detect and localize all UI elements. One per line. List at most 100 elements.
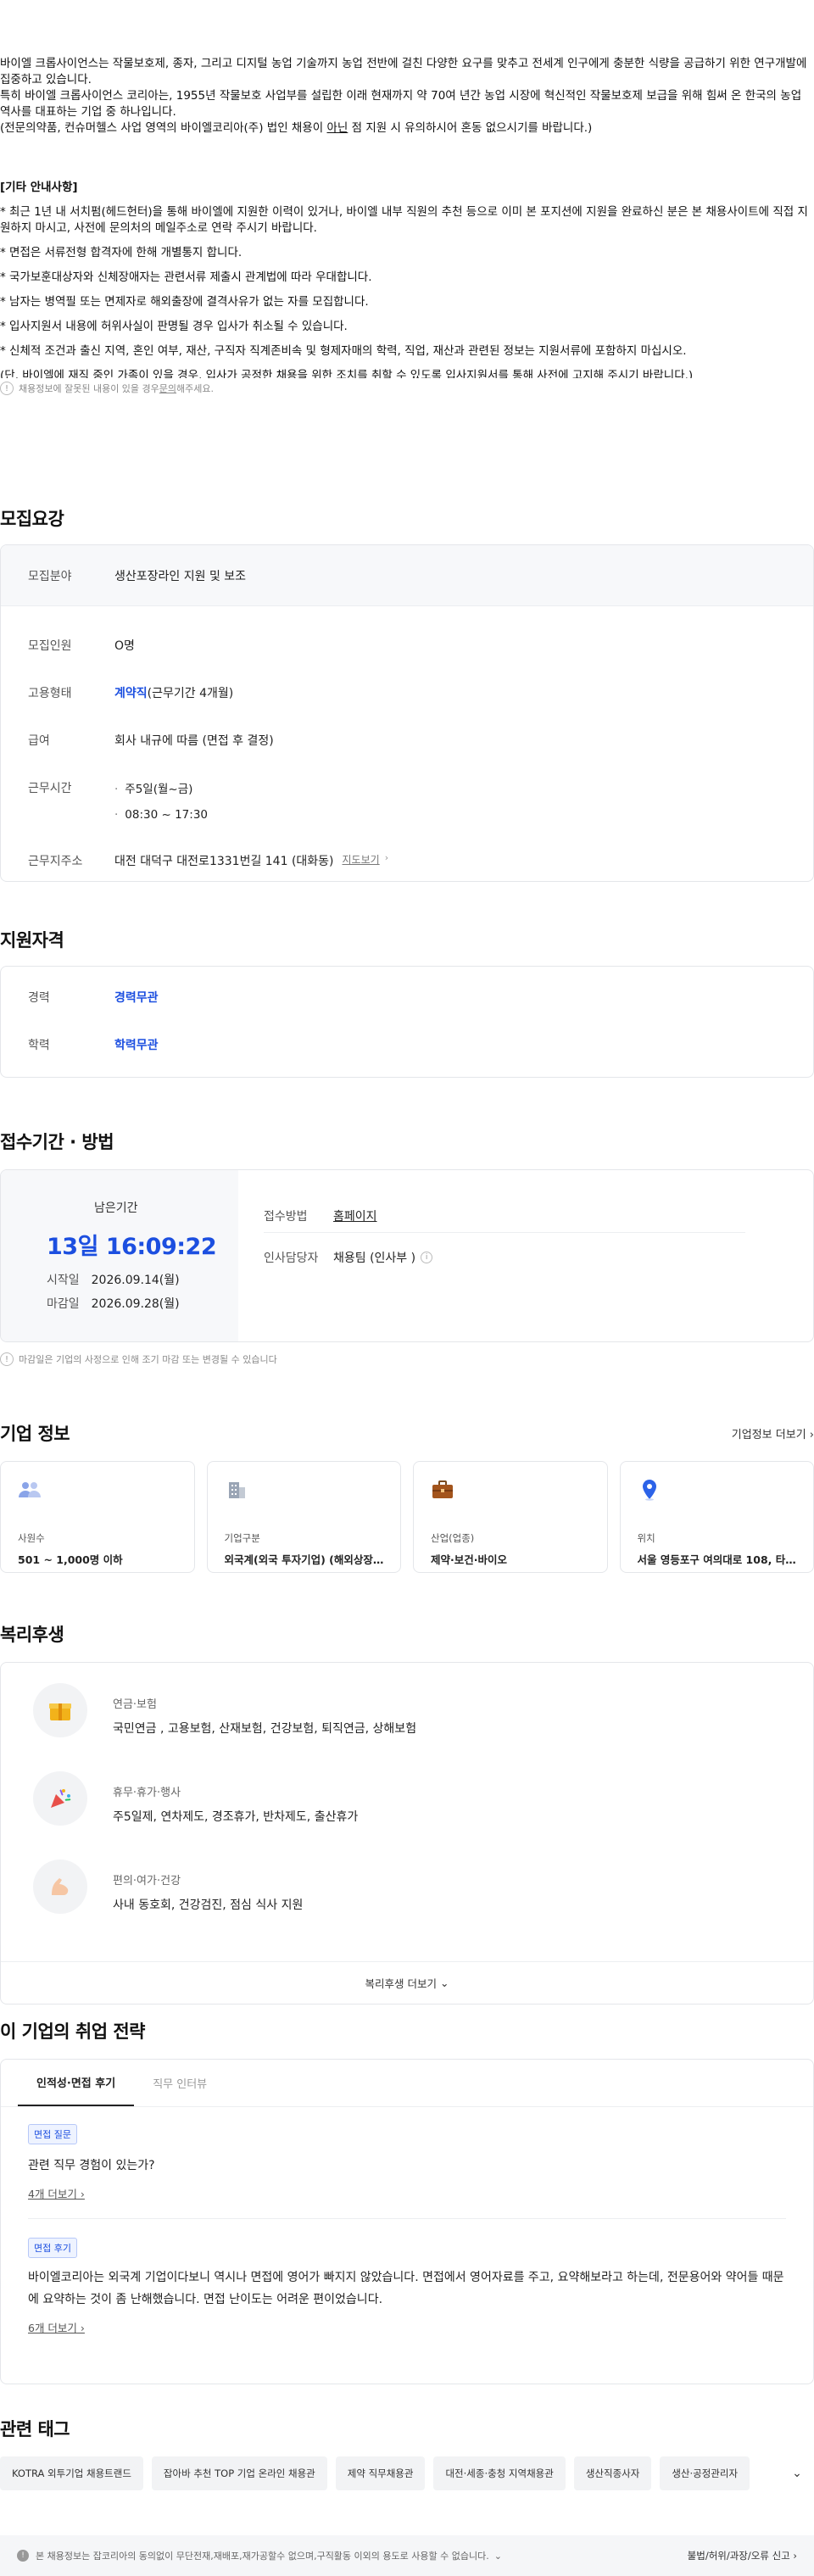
etc-item: * 국가보훈대상자와 신체장애자는 관련서류 제출시 관계법에 따라 우대합니다… bbox=[0, 270, 372, 284]
company-card-employees: 사원수 501 ~ 1,000명 이하 bbox=[0, 1461, 195, 1573]
question-more-link[interactable]: 4개 더보기 › bbox=[28, 2185, 813, 2201]
tag-item[interactable]: 제약 직무채용관 bbox=[335, 2456, 426, 2490]
report-link[interactable]: 문의 bbox=[159, 382, 176, 395]
etc-title: [기타 안내사항] bbox=[0, 181, 78, 194]
tags-section: 관련 태그 KOTRA 외투기업 채용트랜드 잡아바 추천 TOP 기업 온라인… bbox=[0, 2416, 814, 2490]
chevron-down-icon: ⌄ bbox=[440, 1977, 449, 1989]
review-more-link[interactable]: 6개 더보기 › bbox=[28, 2319, 813, 2335]
gift-box-icon bbox=[33, 1683, 87, 1737]
people-icon bbox=[18, 1479, 42, 1501]
welfare-item-holiday: 휴무·휴가·행사 주5일제, 연차제도, 경조휴가, 반차제도, 출산휴가 bbox=[1, 1771, 813, 1860]
recruit-type-row: 고용형태 계약직(근무기간 4개월) bbox=[28, 687, 234, 700]
etc-item: * 신체적 조건과 출신 지역, 혼인 여부, 재산, 구직자 직계존비속 및 … bbox=[0, 344, 687, 358]
apply-section: 접수기간 · 방법 남은기간 13일 16:09:22 시작일 2026.09.1… bbox=[0, 1129, 814, 1366]
deadline-note: ! 마감일은 기업의 사정으로 인해 조기 마감 또는 변경될 수 있습니다 bbox=[0, 1352, 814, 1366]
map-link[interactable]: 지도보기 bbox=[343, 852, 380, 867]
strategy-section: 이 기업의 취업 전략 인적성·면접 후기 직무 인터뷰 면접 질문 관련 직무… bbox=[0, 2018, 814, 2384]
recruit-title: 모집요강 bbox=[0, 509, 64, 529]
tab-interview-review[interactable]: 인적성·면접 후기 bbox=[18, 2060, 135, 2106]
strategy-box: 인적성·면접 후기 직무 인터뷰 면접 질문 관련 직무 경험이 있는가? 4개… bbox=[0, 2059, 814, 2384]
deadline-panel: 남은기간 13일 16:09:22 시작일 2026.09.14(월) 마감일 20… bbox=[1, 1170, 238, 1341]
chevron-right-icon: › bbox=[384, 852, 389, 863]
building-icon bbox=[225, 1479, 248, 1501]
job-posting-page: 바이엘 크롭사이언스는 작물보호제, 종자, 그리고 디지털 농업 기술까지 농… bbox=[0, 0, 814, 2576]
apply-method-panel: 접수방법 홈페이지 인사담당자 채용팀 (인사부 ) i bbox=[238, 1170, 813, 1341]
etc-item: * 남자는 병역필 또는 면제자로 해외출장에 결격사유가 없는 자를 모집합니… bbox=[0, 295, 369, 309]
company-card-location: 위치 서울 영등포구 여의대로 108, 타워2 (여의도동) bbox=[619, 1461, 814, 1573]
company-more-link[interactable]: 기업정보 더보기 › bbox=[732, 1425, 814, 1441]
recruit-field-row: 모집분야 생산포장라인 지원 및 보조 bbox=[1, 545, 813, 606]
info-icon: ! bbox=[17, 2550, 29, 2562]
party-popper-icon bbox=[33, 1771, 87, 1826]
tag-item[interactable]: 대전·세종·충청 지역채용관 bbox=[433, 2456, 566, 2490]
recruit-box: 모집분야 생산포장라인 지원 및 보조 모집인원 O명 고용형태 계약직(근무기… bbox=[0, 544, 814, 882]
qualification-box: 경력 경력무관 학력 학력무관 bbox=[0, 966, 814, 1078]
tags-title: 관련 태그 bbox=[0, 2419, 70, 2439]
tag-item[interactable]: 생산·공정관리자 bbox=[660, 2456, 750, 2490]
hr-row: 인사담당자 채용팀 (인사부 ) i bbox=[264, 1233, 745, 1282]
chevron-down-icon: ⌄ bbox=[792, 2467, 802, 2480]
info-icon: ! bbox=[0, 382, 14, 395]
intro-paragraph-3: (전문의약품, 컨슈머헬스 사업 영역의 바이엘코리아(주) 법인 채용이 아닌… bbox=[0, 121, 593, 135]
recruit-section: 모집요강 모집분야 생산포장라인 지원 및 보조 모집인원 O명 고용형태 계약… bbox=[0, 505, 814, 882]
welfare-title: 복리후생 bbox=[0, 1625, 64, 1645]
welfare-more-button[interactable]: 복리후생 더보기 ⌄ bbox=[1, 1961, 813, 2004]
tag-list: KOTRA 외투기업 채용트랜드 잡아바 추천 TOP 기업 온라인 채용관 제… bbox=[0, 2456, 814, 2490]
company-intro: 바이엘 크롭사이언스는 작물보호제, 종자, 그리고 디지털 농업 기술까지 농… bbox=[0, 0, 814, 395]
company-card-industry: 산업(업종) 제약·보건·바이오 bbox=[413, 1461, 608, 1573]
etc-notice: [기타 안내사항] * 최근 1년 내 서치펌(헤드헌터)을 통해 바이엘에 지… bbox=[0, 177, 814, 378]
etc-item: * 입사지원서 내용에 허위사실이 판명될 경우 입사가 취소될 수 있습니다. bbox=[0, 320, 348, 333]
location-pin-icon bbox=[638, 1479, 661, 1501]
welfare-item-health: 편의·여가·건강 사내 동호회, 건강검진, 점심 식사 지원 bbox=[1, 1860, 813, 1948]
welfare-section: 복리후생 연금·보험 국민연금 , 고용보험, 산재보험, 건강보험, 퇴직연금… bbox=[0, 1621, 814, 2004]
qualification-section: 지원자격 경력 경력무관 학력 학력무관 bbox=[0, 927, 814, 1078]
intro-paragraph-1: 바이엘 크롭사이언스는 작물보호제, 종자, 그리고 디지털 농업 기술까지 농… bbox=[0, 57, 807, 86]
briefcase-icon bbox=[431, 1479, 454, 1501]
recruit-salary-row: 급여 회사 내규에 따름 (면접 후 결정) bbox=[28, 734, 274, 748]
welfare-item-insurance: 연금·보험 국민연금 , 고용보험, 산재보험, 건강보험, 퇴직연금, 상해보… bbox=[1, 1683, 813, 1771]
report-notice: ! 채용정보에 잘못된 내용이 있을 경우 문의 해주세요. bbox=[0, 382, 814, 395]
interview-review-text: 바이엘코리아는 외국계 기업이다보니 역시나 면접에 영어가 빠지지 않았습니다… bbox=[28, 2271, 784, 2306]
end-date: 마감일 2026.09.28(월) bbox=[47, 1297, 180, 1311]
interview-review-badge: 면접 후기 bbox=[28, 2238, 77, 2258]
info-icon: ! bbox=[0, 1352, 14, 1366]
apply-box: 남은기간 13일 16:09:22 시작일 2026.09.14(월) 마감일 20… bbox=[0, 1169, 814, 1342]
employment-type: 계약직 bbox=[114, 687, 148, 700]
recruit-count-row: 모집인원 O명 bbox=[28, 639, 135, 653]
copyright-notice: 본 채용정보는 잡코리아의 동의없이 무단전재,재배포,재가공할수 없으며,구직… bbox=[36, 2551, 489, 2562]
apply-title: 접수기간 · 방법 bbox=[0, 1132, 114, 1152]
etc-item: * 면접은 서류전형 합격자에 한해 개별통지 합니다. bbox=[0, 246, 243, 259]
etc-item: * 최근 1년 내 서치펌(헤드헌터)을 통해 바이엘에 지원한 이력이 있거나… bbox=[0, 205, 808, 235]
company-title: 기업 정보 bbox=[0, 1424, 70, 1444]
qualification-title: 지원자격 bbox=[0, 930, 64, 951]
recruit-address-row: 근무지주소 대전 대덕구 대전로1331번길 141 (대화동) 지도보기 › bbox=[28, 852, 389, 868]
tab-job-interview[interactable]: 직무 인터뷰 bbox=[134, 2060, 226, 2106]
education-row: 학력 학력무관 bbox=[28, 1039, 159, 1052]
etc-item-truncated: (단, 바이엘에 재직 중인 가족이 있을 경우, 입사가 공정한 채용을 위한… bbox=[0, 369, 694, 378]
strategy-tabs: 인적성·면접 후기 직무 인터뷰 bbox=[1, 2060, 813, 2107]
interview-qa: 면접 질문 관련 직무 경험이 있는가? 4개 더보기 › 면접 후기 바이엘코… bbox=[1, 2107, 813, 2335]
chevron-right-icon: › bbox=[809, 1428, 814, 1441]
tag-item[interactable]: KOTRA 외투기업 채용트랜드 bbox=[0, 2456, 143, 2490]
strategy-title: 이 기업의 취업 전략 bbox=[0, 2021, 146, 2042]
tag-item[interactable]: 잡아바 추천 TOP 기업 온라인 채용관 bbox=[151, 2456, 327, 2490]
company-section: 기업 정보 기업정보 더보기 › 사원수 501 ~ 1,000명 이하 기업구… bbox=[0, 1420, 814, 1573]
company-card-type: 기업구분 외국계(외국 투자기업) (해외상장기업) bbox=[206, 1461, 401, 1573]
info-icon[interactable]: i bbox=[421, 1252, 433, 1263]
interview-question: 관련 직무 경험이 있는가? bbox=[28, 2159, 155, 2172]
start-date: 시작일 2026.09.14(월) bbox=[47, 1274, 180, 1287]
report-error-link[interactable]: 불법/허위/과장/오류 신고 › bbox=[688, 2549, 797, 2562]
career-row: 경력 경력무관 bbox=[28, 991, 159, 1005]
homepage-link[interactable]: 홈페이지 bbox=[333, 1207, 377, 1224]
chevron-down-icon[interactable]: ⌄ bbox=[494, 2551, 502, 2562]
tag-item[interactable]: 생산직종사자 bbox=[573, 2456, 652, 2490]
intro-paragraph-2: 특히 바이엘 크롭사이언스 코리아는, 1955년 작물보호 사업부를 설립한 … bbox=[0, 89, 802, 119]
remaining-time: 13일 16:09:22 bbox=[47, 1234, 217, 1260]
interview-question-badge: 면접 질문 bbox=[28, 2124, 77, 2144]
welfare-box: 연금·보험 국민연금 , 고용보험, 산재보험, 건강보험, 퇴직연금, 상해보… bbox=[0, 1662, 814, 2004]
copyright-notice-bar: ! 본 채용정보는 잡코리아의 동의없이 무단전재,재배포,재가공할수 없으며,… bbox=[0, 2535, 814, 2576]
recruit-time-row: 근무시간 주5일(월~금) 08:30 ~ 17:30 bbox=[1, 779, 813, 834]
tags-expand-button[interactable]: ⌄ bbox=[780, 2456, 814, 2490]
muscle-arm-icon bbox=[33, 1860, 87, 1914]
method-row: 접수방법 홈페이지 bbox=[264, 1199, 745, 1233]
